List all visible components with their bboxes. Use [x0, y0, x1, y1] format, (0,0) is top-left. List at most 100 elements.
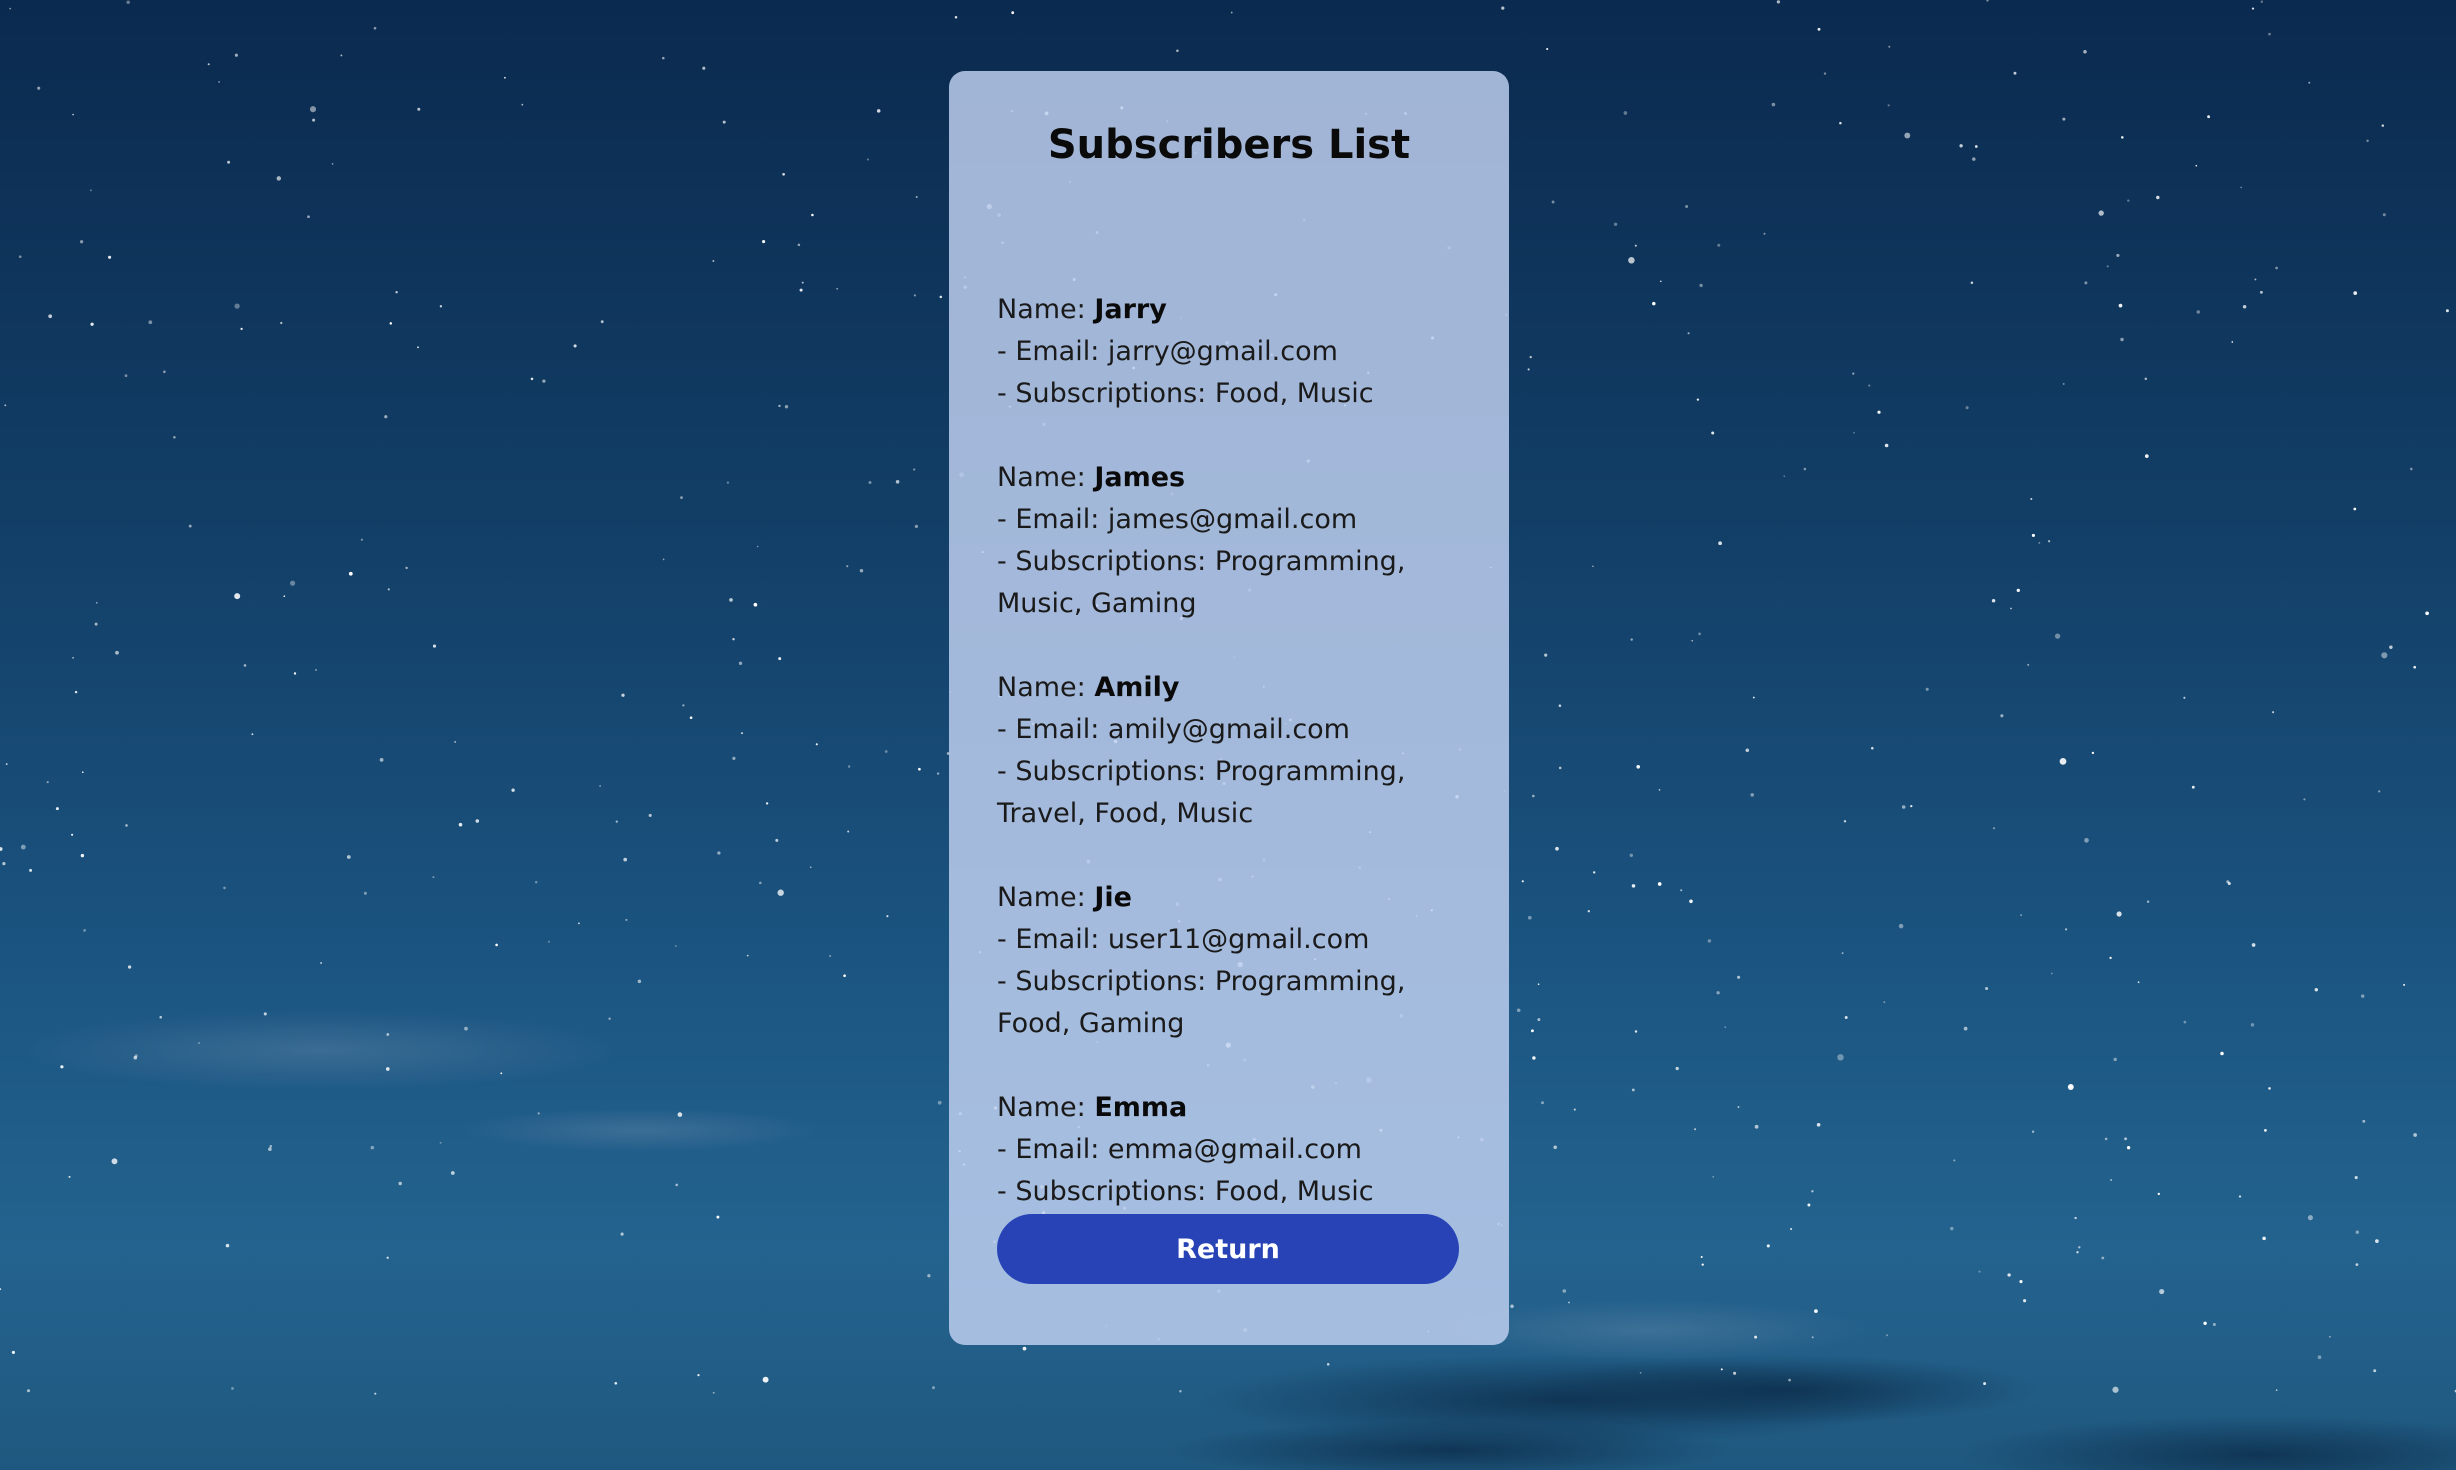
star [240, 327, 243, 331]
star [2091, 751, 2095, 755]
star [2062, 382, 2065, 385]
star [1613, 222, 1618, 226]
star [1696, 398, 1700, 401]
star [2137, 981, 2140, 984]
star [2050, 972, 2053, 975]
subscriber-subscriptions: Food, Music [1214, 1176, 1374, 1207]
subscriber-entry: Name: Amily - Email: amily@gmail.com - S… [997, 667, 1469, 835]
star [1884, 443, 1889, 448]
star [458, 822, 463, 827]
star [2378, 790, 2381, 793]
subscriber-subscriptions-line: - Subscriptions: Food, Music [997, 1171, 1469, 1213]
star [608, 1017, 611, 1020]
star [439, 1141, 442, 1144]
star [1657, 882, 1662, 886]
star [1691, 639, 1694, 642]
star [1737, 975, 1741, 979]
star [312, 118, 316, 122]
star [1811, 1336, 1814, 1339]
subscriber-entry: Name: Emma - Email: emma@gmail.com - Sub… [997, 1087, 1469, 1213]
star [1521, 880, 1524, 883]
star [1720, 1368, 1723, 1371]
subscriber-name: Jie [1094, 882, 1132, 913]
star [1993, 827, 1995, 830]
star [398, 1181, 402, 1186]
star [1750, 793, 1754, 797]
subscriber-subscriptions-line: - Subscriptions: Food, Music [997, 373, 1469, 415]
star [914, 524, 919, 529]
star [0, 847, 3, 851]
star [2078, 1246, 2081, 1249]
subscriber-entry: Name: Jie - Email: user11@gmail.com - Su… [997, 877, 1469, 1045]
star [29, 868, 33, 872]
star [1716, 991, 1720, 995]
star [637, 979, 642, 984]
star [1745, 748, 1750, 752]
subscriber-email-line: - Email: james@gmail.com [997, 499, 1469, 541]
star [218, 80, 221, 83]
star [2106, 265, 2109, 268]
star [223, 886, 226, 890]
star [417, 107, 421, 111]
star [1817, 27, 1821, 31]
star [2064, 928, 2068, 931]
star [1888, 45, 1891, 48]
star [689, 716, 693, 720]
star [1978, 1270, 1981, 1273]
star [2010, 607, 2012, 610]
star [2366, 139, 2369, 143]
star [662, 56, 665, 60]
star [1763, 232, 1766, 235]
star [537, 1112, 540, 1115]
star [363, 891, 367, 895]
star [915, 195, 918, 199]
star [72, 113, 74, 116]
star [1631, 884, 1636, 888]
star [573, 344, 577, 348]
star [765, 802, 769, 805]
star [1700, 1255, 1703, 1259]
star [2098, 210, 2104, 216]
star [1516, 1008, 1521, 1013]
name-prefix: Name: [997, 294, 1095, 325]
star [1963, 1026, 1968, 1031]
return-button[interactable]: Return [997, 1214, 1459, 1284]
star [125, 824, 128, 827]
star [373, 26, 377, 30]
star [2373, 1369, 2377, 1373]
star [1983, 1382, 1987, 1386]
star [741, 732, 743, 734]
name-prefix: Name: [997, 672, 1095, 703]
star [1022, 1346, 1027, 1351]
email-prefix: - Email: [997, 924, 1108, 955]
star [1972, 157, 1976, 161]
star [276, 176, 282, 181]
star [2023, 1299, 2027, 1303]
star [2074, 1216, 2077, 1220]
star [799, 288, 803, 292]
star [578, 922, 580, 925]
star [360, 538, 363, 541]
star [2031, 533, 2035, 537]
star [251, 733, 254, 736]
star [2127, 199, 2130, 202]
star [439, 305, 443, 308]
star [340, 54, 343, 57]
star [2260, 0, 2264, 4]
star [2118, 303, 2123, 308]
star [913, 468, 916, 471]
star [2116, 911, 2122, 917]
star [2019, 1280, 2023, 1284]
star [1985, 986, 1989, 991]
star [1707, 939, 1712, 943]
star [159, 1015, 162, 1019]
star [1788, 1378, 1791, 1382]
star [1877, 410, 1881, 414]
star [2231, 341, 2234, 343]
star [1790, 1227, 1793, 1231]
star [90, 322, 94, 326]
star [163, 370, 166, 374]
star [227, 160, 231, 164]
star [207, 63, 210, 66]
star [2425, 611, 2429, 616]
